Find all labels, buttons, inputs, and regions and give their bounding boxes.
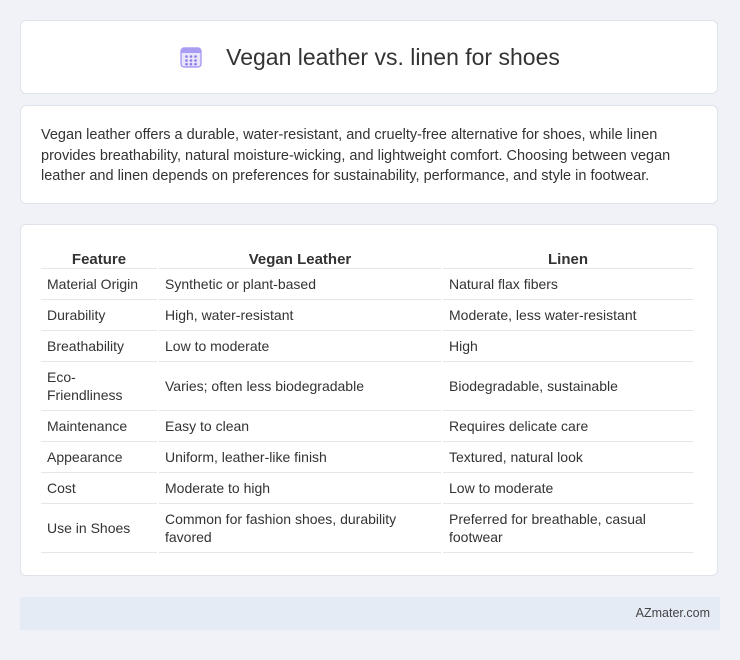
header-feature: Feature bbox=[41, 245, 157, 269]
table-row: Eco-Friendliness Varies; often less biod… bbox=[41, 362, 693, 411]
vegan-leather-cell: Varies; often less biodegradable bbox=[159, 362, 441, 411]
linen-cell: High bbox=[443, 331, 693, 362]
intro-card: Vegan leather offers a durable, water-re… bbox=[20, 105, 718, 204]
linen-cell: Textured, natural look bbox=[443, 442, 693, 473]
vegan-leather-cell: High, water-resistant bbox=[159, 300, 441, 331]
header-linen: Linen bbox=[443, 245, 693, 269]
calendar-grid-icon bbox=[178, 44, 204, 70]
vegan-leather-cell: Synthetic or plant-based bbox=[159, 269, 441, 300]
table-row: Breathability Low to moderate High bbox=[41, 331, 693, 362]
linen-cell: Moderate, less water-resistant bbox=[443, 300, 693, 331]
linen-cell: Low to moderate bbox=[443, 473, 693, 504]
comparison-table: Feature Vegan Leather Linen Material Ori… bbox=[39, 245, 695, 553]
comparison-card: Feature Vegan Leather Linen Material Ori… bbox=[20, 224, 718, 576]
feature-cell: Use in Shoes bbox=[41, 504, 157, 553]
feature-cell: Maintenance bbox=[41, 411, 157, 442]
feature-cell: Eco-Friendliness bbox=[41, 362, 157, 411]
linen-cell: Preferred for breathable, casual footwea… bbox=[443, 504, 693, 553]
vegan-leather-cell: Common for fashion shoes, durability fav… bbox=[159, 504, 441, 553]
linen-cell: Biodegradable, sustainable bbox=[443, 362, 693, 411]
table-header-row: Feature Vegan Leather Linen bbox=[41, 245, 693, 269]
table-row: Use in Shoes Common for fashion shoes, d… bbox=[41, 504, 693, 553]
footer-brand: AZmater.com bbox=[635, 606, 710, 620]
vegan-leather-cell: Low to moderate bbox=[159, 331, 441, 362]
feature-cell: Durability bbox=[41, 300, 157, 331]
intro-paragraph: Vegan leather offers a durable, water-re… bbox=[41, 127, 671, 184]
title-card: Vegan leather vs. linen for shoes bbox=[20, 20, 718, 94]
page-title: Vegan leather vs. linen for shoes bbox=[226, 43, 560, 70]
table-row: Cost Moderate to high Low to moderate bbox=[41, 473, 693, 504]
footer-bar: AZmater.com bbox=[20, 597, 720, 630]
table-row: Appearance Uniform, leather-like finish … bbox=[41, 442, 693, 473]
vegan-leather-cell: Moderate to high bbox=[159, 473, 441, 504]
feature-cell: Cost bbox=[41, 473, 157, 504]
table-row: Durability High, water-resistant Moderat… bbox=[41, 300, 693, 331]
header-vegan-leather: Vegan Leather bbox=[159, 245, 441, 269]
linen-cell: Requires delicate care bbox=[443, 411, 693, 442]
feature-cell: Breathability bbox=[41, 331, 157, 362]
table-row: Maintenance Easy to clean Requires delic… bbox=[41, 411, 693, 442]
table-row: Material Origin Synthetic or plant-based… bbox=[41, 269, 693, 300]
feature-cell: Appearance bbox=[41, 442, 157, 473]
feature-cell: Material Origin bbox=[41, 269, 157, 300]
vegan-leather-cell: Uniform, leather-like finish bbox=[159, 442, 441, 473]
linen-cell: Natural flax fibers bbox=[443, 269, 693, 300]
vegan-leather-cell: Easy to clean bbox=[159, 411, 441, 442]
